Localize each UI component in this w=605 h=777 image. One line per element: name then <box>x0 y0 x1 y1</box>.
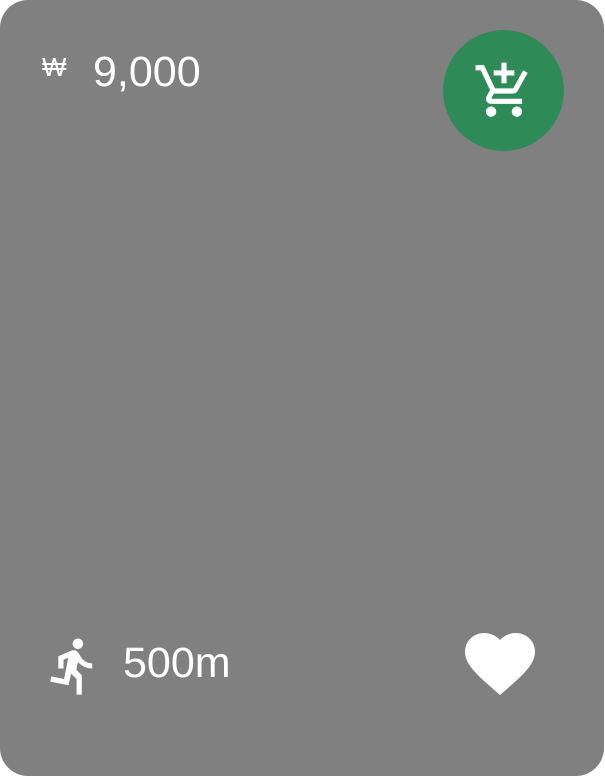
add-to-cart-icon <box>475 62 528 117</box>
heart-icon <box>465 633 535 695</box>
walking-person-icon <box>50 638 93 695</box>
distance-value: 500m <box>123 639 231 687</box>
currency-symbol: ₩ <box>42 52 67 82</box>
favorite-button[interactable] <box>465 633 535 695</box>
price-amount: 9,000 <box>93 48 201 96</box>
add-to-cart-button[interactable] <box>443 30 564 151</box>
product-card[interactable]: ₩ 9,000 500m <box>0 0 604 776</box>
